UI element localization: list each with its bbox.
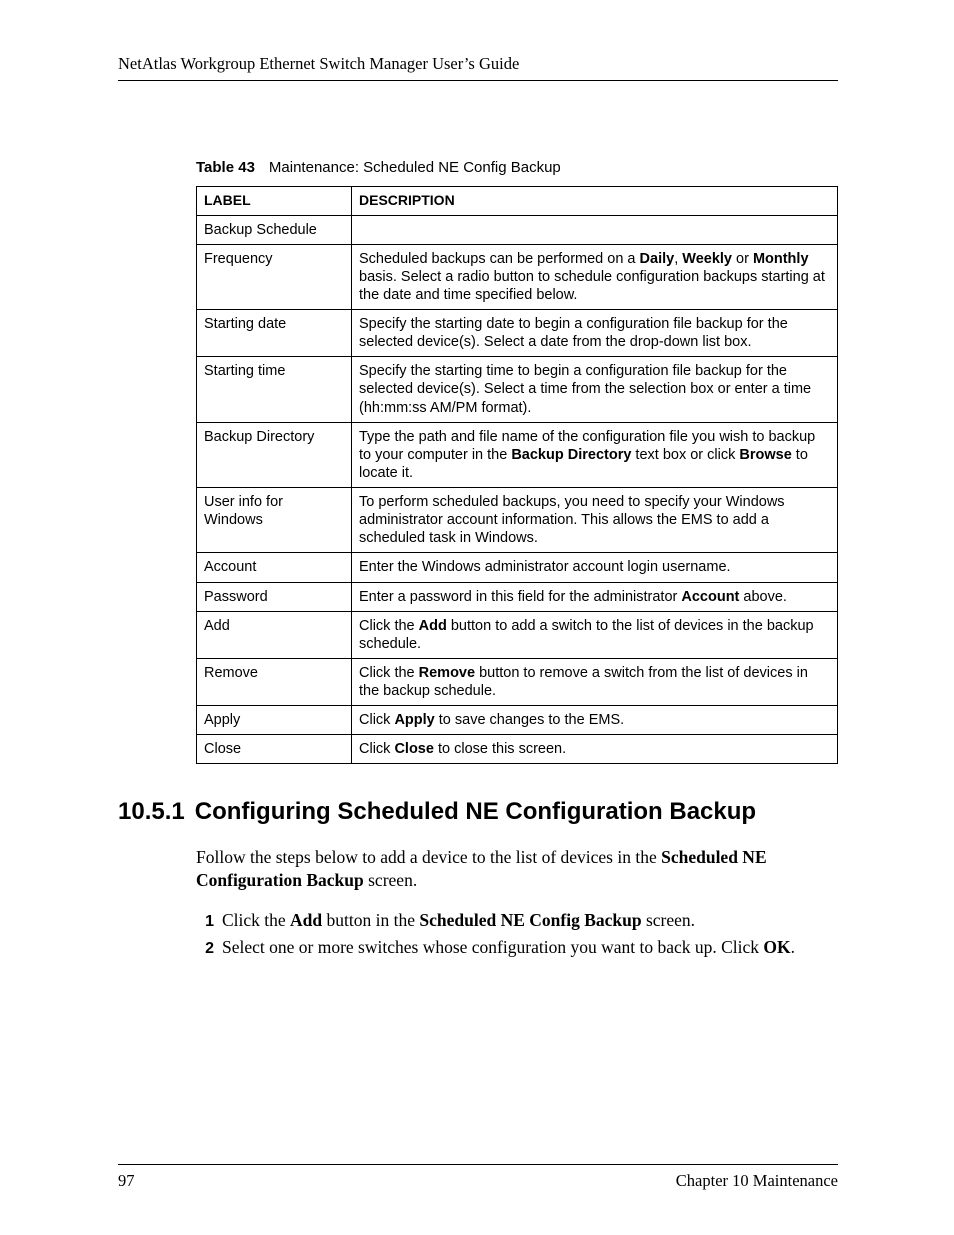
page-number: 97 <box>118 1171 135 1191</box>
table-cell-description <box>352 215 838 244</box>
table-row: RemoveClick the Remove button to remove … <box>197 658 838 705</box>
table-cell-description: Click the Remove button to remove a swit… <box>352 658 838 705</box>
table-cell-description: Click the Add button to add a switch to … <box>352 611 838 658</box>
table-row: AccountEnter the Windows administrator a… <box>197 553 838 582</box>
table-cell-description: Click Apply to save changes to the EMS. <box>352 706 838 735</box>
table-caption-text: Maintenance: Scheduled NE Config Backup <box>269 159 561 176</box>
table-row: Starting timeSpecify the starting time t… <box>197 357 838 422</box>
table-row: Backup DirectoryType the path and file n… <box>197 422 838 487</box>
section-number: 10.5.1 <box>118 798 185 826</box>
table-cell-label: Starting date <box>197 310 352 357</box>
table-cell-description: Enter a password in this field for the a… <box>352 582 838 611</box>
table-cell-label: Add <box>197 611 352 658</box>
footer-rule <box>118 1164 838 1165</box>
table-row: Backup Schedule <box>197 215 838 244</box>
table-cell-label: Backup Directory <box>197 422 352 487</box>
table-cell-label: Backup Schedule <box>197 215 352 244</box>
step-text: Click the Add button in the Scheduled NE… <box>222 910 695 931</box>
table-row: User info for WindowsTo perform schedule… <box>197 488 838 553</box>
table-cell-label: Remove <box>197 658 352 705</box>
table-cell-description: Enter the Windows administrator account … <box>352 553 838 582</box>
table-cell-description: Click Close to close this screen. <box>352 735 838 764</box>
table-cell-label: User info for Windows <box>197 488 352 553</box>
step-text: Select one or more switches whose config… <box>222 937 795 958</box>
list-item: 2 Select one or more switches whose confi… <box>196 937 838 958</box>
table-caption: Table 43 Maintenance: Scheduled NE Config… <box>196 159 838 176</box>
table-row: PasswordEnter a password in this field f… <box>197 582 838 611</box>
table-cell-description: Scheduled backups can be performed on a … <box>352 244 838 309</box>
table-cell-label: Frequency <box>197 244 352 309</box>
step-number: 2 <box>196 940 214 958</box>
table-cell-description: Specify the starting time to begin a con… <box>352 357 838 422</box>
table-header-row: LABEL DESCRIPTION <box>197 187 838 216</box>
description-table: LABEL DESCRIPTION Backup ScheduleFrequen… <box>196 186 838 764</box>
step-number: 1 <box>196 913 214 931</box>
table-cell-label: Close <box>197 735 352 764</box>
section-title: Configuring Scheduled NE Configuration B… <box>195 798 756 825</box>
table-row: FrequencyScheduled backups can be perfor… <box>197 244 838 309</box>
footer-chapter: Chapter 10 Maintenance <box>676 1171 838 1191</box>
table-row: AddClick the Add button to add a switch … <box>197 611 838 658</box>
table-row: ApplyClick Apply to save changes to the … <box>197 706 838 735</box>
table-row: CloseClick Close to close this screen. <box>197 735 838 764</box>
table-caption-prefix: Table 43 <box>196 159 255 176</box>
running-header: NetAtlas Workgroup Ethernet Switch Manag… <box>118 54 838 74</box>
table-cell-label: Starting time <box>197 357 352 422</box>
section-heading: 10.5.1 Configuring Scheduled NE Configura… <box>118 798 838 826</box>
table-cell-description: Type the path and file name of the confi… <box>352 422 838 487</box>
list-item: 1 Click the Add button in the Scheduled N… <box>196 910 838 931</box>
table-cell-label: Apply <box>197 706 352 735</box>
table-cell-label: Account <box>197 553 352 582</box>
table-cell-label: Password <box>197 582 352 611</box>
page-footer: 97 Chapter 10 Maintenance <box>118 1164 838 1191</box>
section-intro: Follow the steps below to add a device t… <box>196 846 838 892</box>
table-header-label: LABEL <box>197 187 352 216</box>
steps-list: 1 Click the Add button in the Scheduled N… <box>196 910 838 958</box>
table-cell-description: Specify the starting date to begin a con… <box>352 310 838 357</box>
table-header-description: DESCRIPTION <box>352 187 838 216</box>
header-rule <box>118 80 838 81</box>
table-row: Starting dateSpecify the starting date t… <box>197 310 838 357</box>
table-cell-description: To perform scheduled backups, you need t… <box>352 488 838 553</box>
